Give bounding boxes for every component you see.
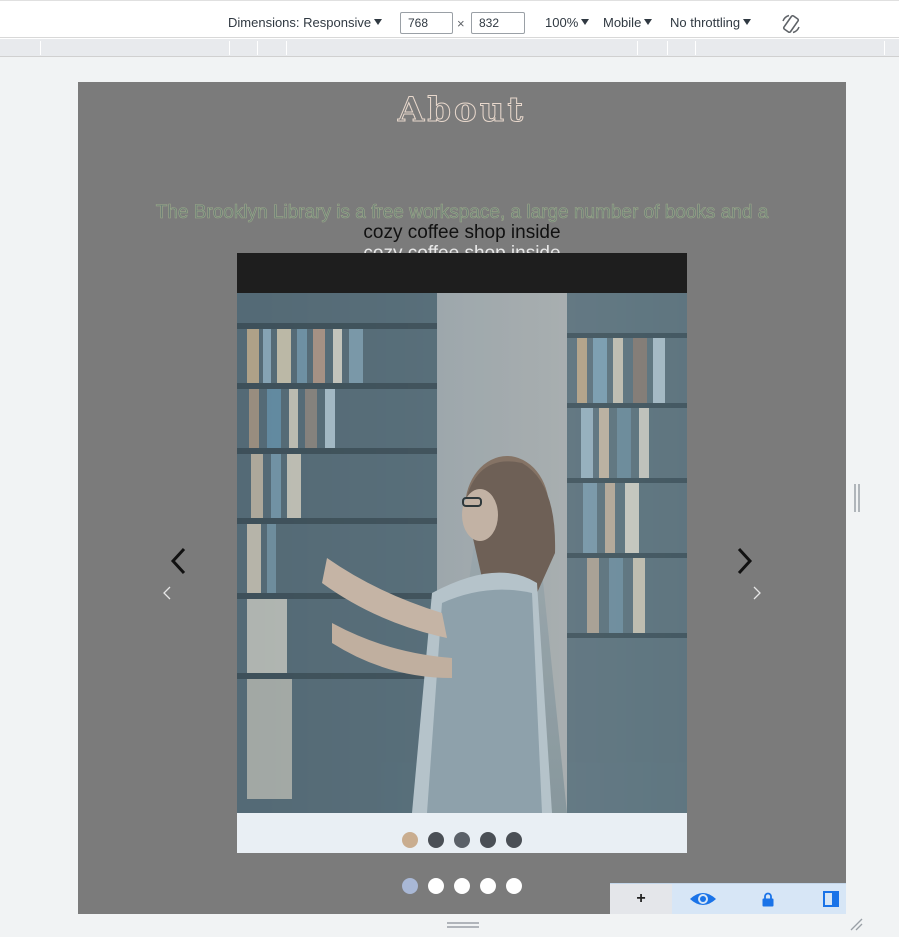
width-input[interactable] xyxy=(400,12,453,34)
about-description-overlap: cozy coffee shop inside xyxy=(363,222,561,243)
slider-dot-4[interactable] xyxy=(480,832,496,848)
slider-dot-5[interactable] xyxy=(506,832,522,848)
resize-handle-corner[interactable] xyxy=(849,917,863,931)
slider-dot-2[interactable] xyxy=(428,878,444,894)
slider-dot-4[interactable] xyxy=(480,878,496,894)
caret-down-icon xyxy=(581,19,590,25)
caret-down-icon xyxy=(644,19,653,25)
throttling-label: No throttling xyxy=(670,15,741,30)
zoom-dropdown[interactable]: 100% xyxy=(545,15,590,31)
dimensions-label: Dimensions: Responsive xyxy=(228,15,372,30)
slider-dot-3[interactable] xyxy=(454,878,470,894)
chevron-left-icon[interactable] xyxy=(160,584,174,602)
height-input[interactable] xyxy=(471,12,525,34)
times-sign: × xyxy=(457,16,465,31)
chevron-right-icon[interactable] xyxy=(750,584,764,602)
slider-dot-1[interactable] xyxy=(402,832,418,848)
dock-side-icon[interactable] xyxy=(822,884,840,914)
slider-dot-1[interactable] xyxy=(402,878,418,894)
extension-dock: + xyxy=(610,883,846,914)
dimensions-dropdown[interactable]: Dimensions: Responsive xyxy=(228,15,383,31)
page-title: About xyxy=(397,90,527,131)
slider-dot-2[interactable] xyxy=(428,832,444,848)
eye-icon[interactable] xyxy=(688,884,718,914)
chevron-right-icon[interactable] xyxy=(733,544,757,578)
device-type-label: Mobile xyxy=(603,15,642,30)
add-button[interactable]: + xyxy=(610,884,672,914)
slider-dot-3[interactable] xyxy=(454,832,470,848)
about-description: The Brooklyn Library is a free workspace… xyxy=(155,202,769,224)
zoom-label: 100% xyxy=(545,15,579,30)
media-query-ruler[interactable] xyxy=(0,39,899,57)
throttling-dropdown[interactable]: No throttling xyxy=(670,15,752,31)
slider-dot-5[interactable] xyxy=(506,878,522,894)
slide-header-strip xyxy=(237,253,687,293)
chevron-left-icon[interactable] xyxy=(166,544,190,578)
rotate-icon[interactable] xyxy=(780,13,802,35)
caret-down-icon xyxy=(374,19,383,25)
device-toolbar: Dimensions: Responsive × 100% Mobile No … xyxy=(0,0,899,38)
lock-icon[interactable] xyxy=(760,884,776,914)
image-slider[interactable] xyxy=(237,253,687,853)
resize-handle-bottom[interactable] xyxy=(447,921,479,929)
caret-down-icon xyxy=(743,19,752,25)
device-type-dropdown[interactable]: Mobile xyxy=(603,15,653,31)
emulated-page: About The Brooklyn Library is a free wor… xyxy=(78,82,846,914)
library-photo xyxy=(237,293,687,813)
resize-handle-right[interactable] xyxy=(853,484,861,512)
